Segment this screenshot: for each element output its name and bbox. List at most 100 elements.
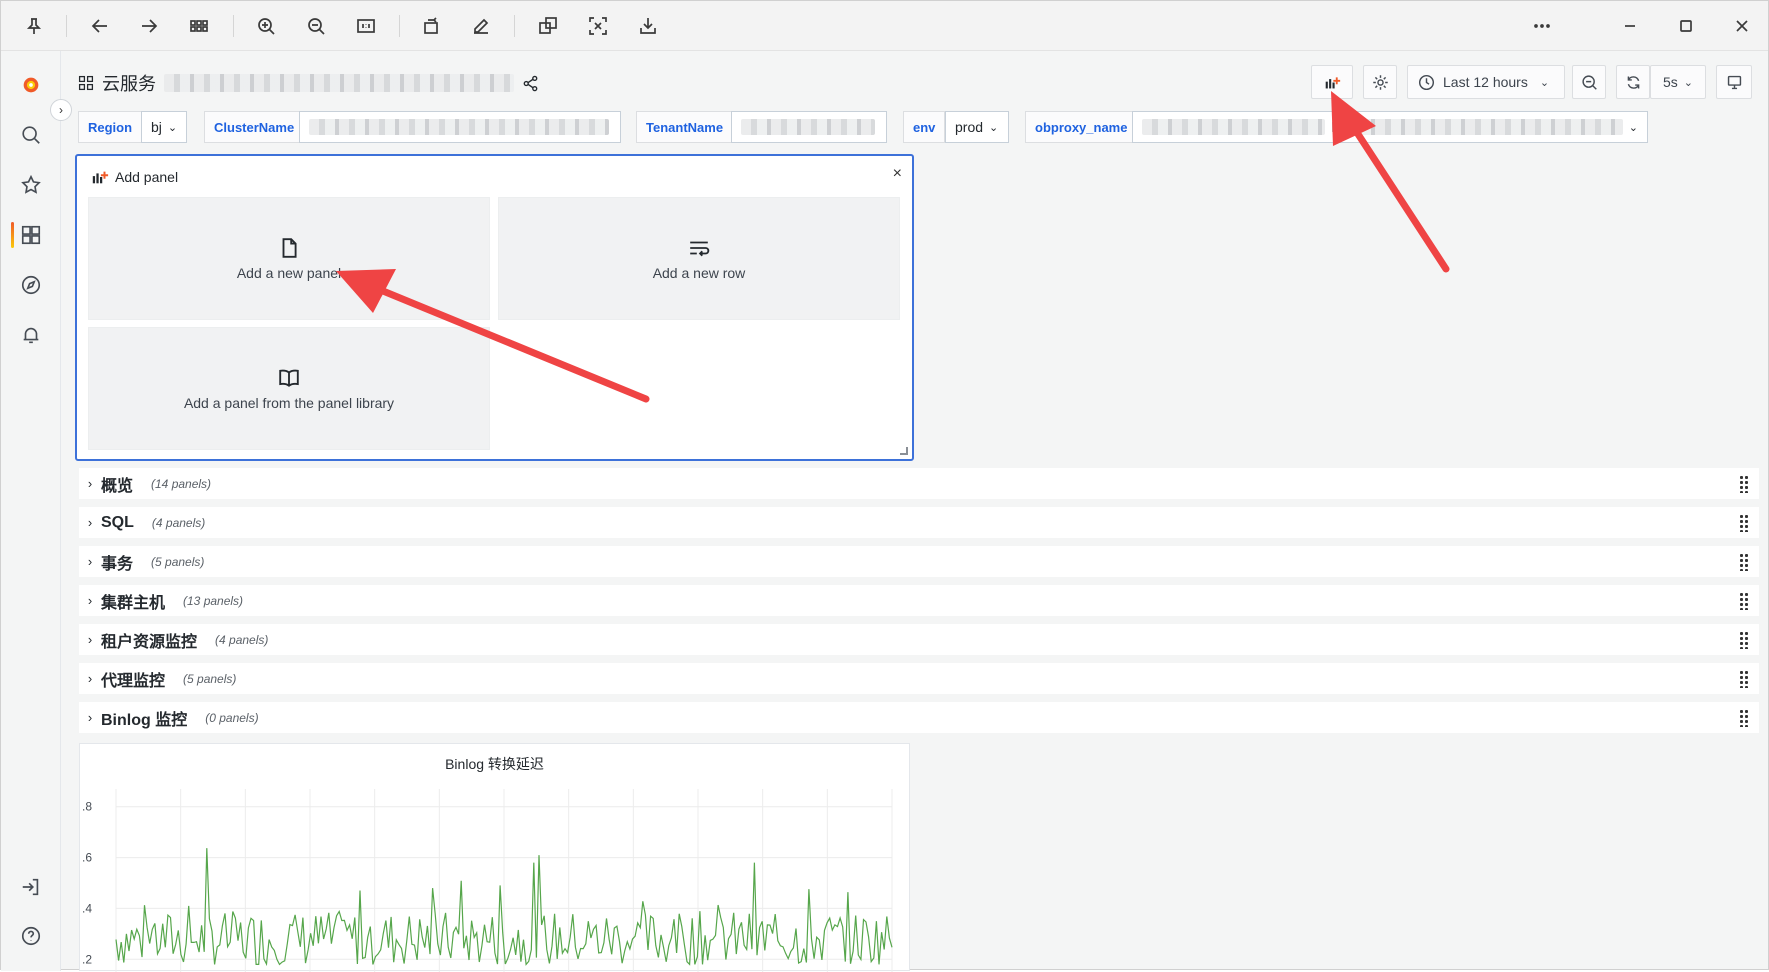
drag-handle-icon[interactable] <box>1739 553 1749 571</box>
dashboard-row[interactable]: › 集群主机 (13 panels) <box>79 585 1759 616</box>
drag-handle-icon[interactable] <box>1739 709 1749 727</box>
row-title: 代理监控 <box>101 672 166 690</box>
row-panel-count: (14 panels) <box>151 476 212 491</box>
y-tick-label: .8 <box>82 800 92 814</box>
chevron-right-icon: › <box>87 710 93 725</box>
star-icon[interactable] <box>16 170 46 200</box>
monitor-icon <box>1727 75 1741 89</box>
alerting-icon[interactable] <box>16 320 46 350</box>
drag-handle-icon[interactable] <box>1739 475 1749 493</box>
expand-nav-button[interactable]: › <box>50 99 72 121</box>
dashboard-row[interactable]: › 租户资源监控 (4 panels) <box>79 624 1759 655</box>
y-tick-label: .6 <box>82 851 92 865</box>
variable-select-obproxy[interactable]: h ⌄ <box>1132 111 1648 143</box>
translate-icon[interactable] <box>533 11 563 41</box>
redacted-value <box>309 119 609 135</box>
time-range-picker[interactable]: Last 12 hours ⌄ <box>1407 65 1565 99</box>
actual-size-icon[interactable] <box>351 11 381 41</box>
redacted-value <box>1142 119 1326 135</box>
more-icon[interactable] <box>1527 11 1557 41</box>
active-indicator <box>11 222 14 248</box>
add-panel-icon <box>92 171 109 184</box>
refresh-interval-picker[interactable]: 5s ⌄ <box>1650 65 1706 99</box>
drag-handle-icon[interactable] <box>1739 514 1749 532</box>
zoom-out-icon[interactable] <box>301 11 331 41</box>
close-add-panel-button[interactable]: × <box>893 165 902 183</box>
add-panel-title: Add panel <box>115 169 179 185</box>
add-new-panel-button[interactable]: Add a new panel <box>88 197 490 320</box>
variable-label-obproxy: obproxy_name <box>1025 111 1138 143</box>
chart-panel[interactable]: Binlog 转换延迟 .8.6.4.2 <box>79 743 910 972</box>
dashboard-row[interactable]: › 概览 (14 panels) <box>79 468 1759 499</box>
variable-label-env: env <box>903 111 946 143</box>
chevron-right-icon: › <box>87 593 93 608</box>
rotate-icon[interactable] <box>417 11 447 41</box>
variable-select-cluster[interactable] <box>299 111 621 143</box>
variable-select-region[interactable]: bj ⌄ <box>141 111 187 143</box>
grid-icon[interactable] <box>184 11 214 41</box>
add-library-panel-button[interactable]: Add a panel from the panel library <box>88 327 490 450</box>
pin-icon[interactable] <box>19 11 49 41</box>
refresh-button[interactable] <box>1616 65 1650 99</box>
row-panel-count: (5 panels) <box>151 554 205 569</box>
add-new-row-button[interactable]: Add a new row <box>498 197 900 320</box>
dashboard-row[interactable]: › 代理监控 (5 panels) <box>79 663 1759 694</box>
resize-handle[interactable] <box>900 447 908 455</box>
dashboard-row[interactable]: › SQL (4 panels) <box>79 507 1759 538</box>
add-panel-icon <box>1325 76 1340 88</box>
chevron-down-icon: ⌄ <box>989 121 999 134</box>
zoom-in-icon[interactable] <box>251 11 281 41</box>
add-new-panel-label: Add a new panel <box>236 264 342 281</box>
dashboards-icon[interactable] <box>16 220 46 250</box>
share-icon[interactable] <box>522 75 539 92</box>
download-icon[interactable] <box>633 11 663 41</box>
zoom-out-time-button[interactable] <box>1572 65 1606 99</box>
chevron-down-icon: ⌄ <box>1539 76 1550 89</box>
zoom-out-icon <box>1581 74 1597 90</box>
dashboard-title: 云服务 <box>78 71 539 95</box>
dashboard-row[interactable]: › Binlog 监控 (0 panels) <box>79 702 1759 733</box>
minimize-icon[interactable] <box>1615 11 1645 41</box>
help-icon[interactable] <box>16 921 46 951</box>
row-icon <box>690 241 710 256</box>
grafana-logo-icon[interactable] <box>16 70 46 100</box>
close-icon[interactable] <box>1727 11 1757 41</box>
y-tick-label: .4 <box>82 901 92 915</box>
tv-mode-button[interactable] <box>1716 65 1752 99</box>
sign-in-icon[interactable] <box>16 872 46 902</box>
toolbar-divider <box>233 15 234 37</box>
variable-value-env: prod <box>955 119 984 135</box>
back-icon[interactable] <box>85 11 115 41</box>
add-panel-widget: Add panel × Add a new panel Add a new ro… <box>75 154 914 461</box>
time-range-label: Last 12 hours <box>1443 74 1528 90</box>
dashboard-row[interactable]: › 事务 (5 panels) <box>79 546 1759 577</box>
chevron-right-icon: › <box>87 671 93 686</box>
maximize-icon[interactable] <box>1671 11 1701 41</box>
chart-svg: .8 .6 .4 .2 <box>82 789 893 972</box>
ocr-icon[interactable] <box>583 11 613 41</box>
chevron-right-icon: › <box>87 632 93 647</box>
variable-select-env[interactable]: prod ⌄ <box>945 111 1009 143</box>
toolbar-divider <box>399 15 400 37</box>
row-panel-count: (5 panels) <box>183 671 237 686</box>
variable-label-tenant: TenantName <box>636 111 734 143</box>
chevron-right-icon: › <box>87 515 93 530</box>
dashboard-settings-button[interactable] <box>1363 65 1397 99</box>
app-window: › 云服务 Last 12 hours ⌄ 5s ⌄ Region bj ⌄ Cl… <box>0 0 1769 972</box>
file-icon <box>282 237 297 258</box>
forward-icon[interactable] <box>134 11 164 41</box>
search-icon[interactable] <box>16 120 46 150</box>
dashboard-title-text[interactable]: 云服务 <box>102 70 156 96</box>
variable-select-tenant[interactable] <box>731 111 887 143</box>
variable-label-cluster: ClusterName <box>204 111 305 143</box>
explore-icon[interactable] <box>16 270 46 300</box>
drag-handle-icon[interactable] <box>1739 631 1749 649</box>
add-library-panel-label: Add a panel from the panel library <box>183 394 395 411</box>
drag-handle-icon[interactable] <box>1739 592 1749 610</box>
edit-icon[interactable] <box>466 11 496 41</box>
variable-label-region: Region <box>78 111 143 143</box>
row-title: SQL <box>101 513 134 531</box>
add-panel-button[interactable] <box>1311 65 1353 99</box>
row-title: 概览 <box>101 477 134 495</box>
drag-handle-icon[interactable] <box>1739 670 1749 688</box>
